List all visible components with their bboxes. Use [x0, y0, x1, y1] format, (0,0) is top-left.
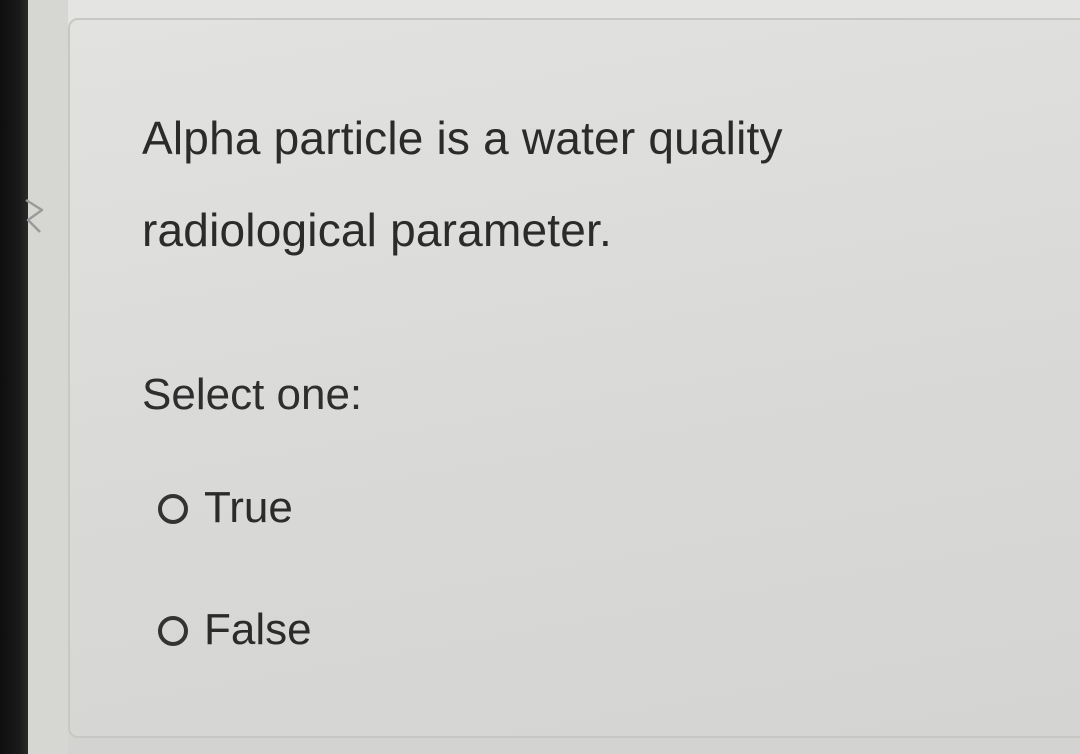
select-one-prompt: Select one:	[142, 370, 363, 419]
radio-true[interactable]	[158, 494, 188, 524]
radio-false[interactable]	[158, 616, 188, 646]
option-true-label: True	[204, 483, 293, 532]
screen: Alpha particle is a water quality radiol…	[0, 0, 1080, 754]
left-gutter	[28, 0, 68, 754]
monitor-bezel	[0, 0, 28, 754]
question-text: Alpha particle is a water quality radiol…	[142, 112, 783, 256]
question-card: Alpha particle is a water quality radiol…	[68, 18, 1080, 738]
option-false-label: False	[204, 605, 312, 654]
option-true[interactable]: True	[158, 478, 293, 538]
flag-icon[interactable]	[20, 196, 48, 236]
option-false[interactable]: False	[158, 600, 312, 660]
